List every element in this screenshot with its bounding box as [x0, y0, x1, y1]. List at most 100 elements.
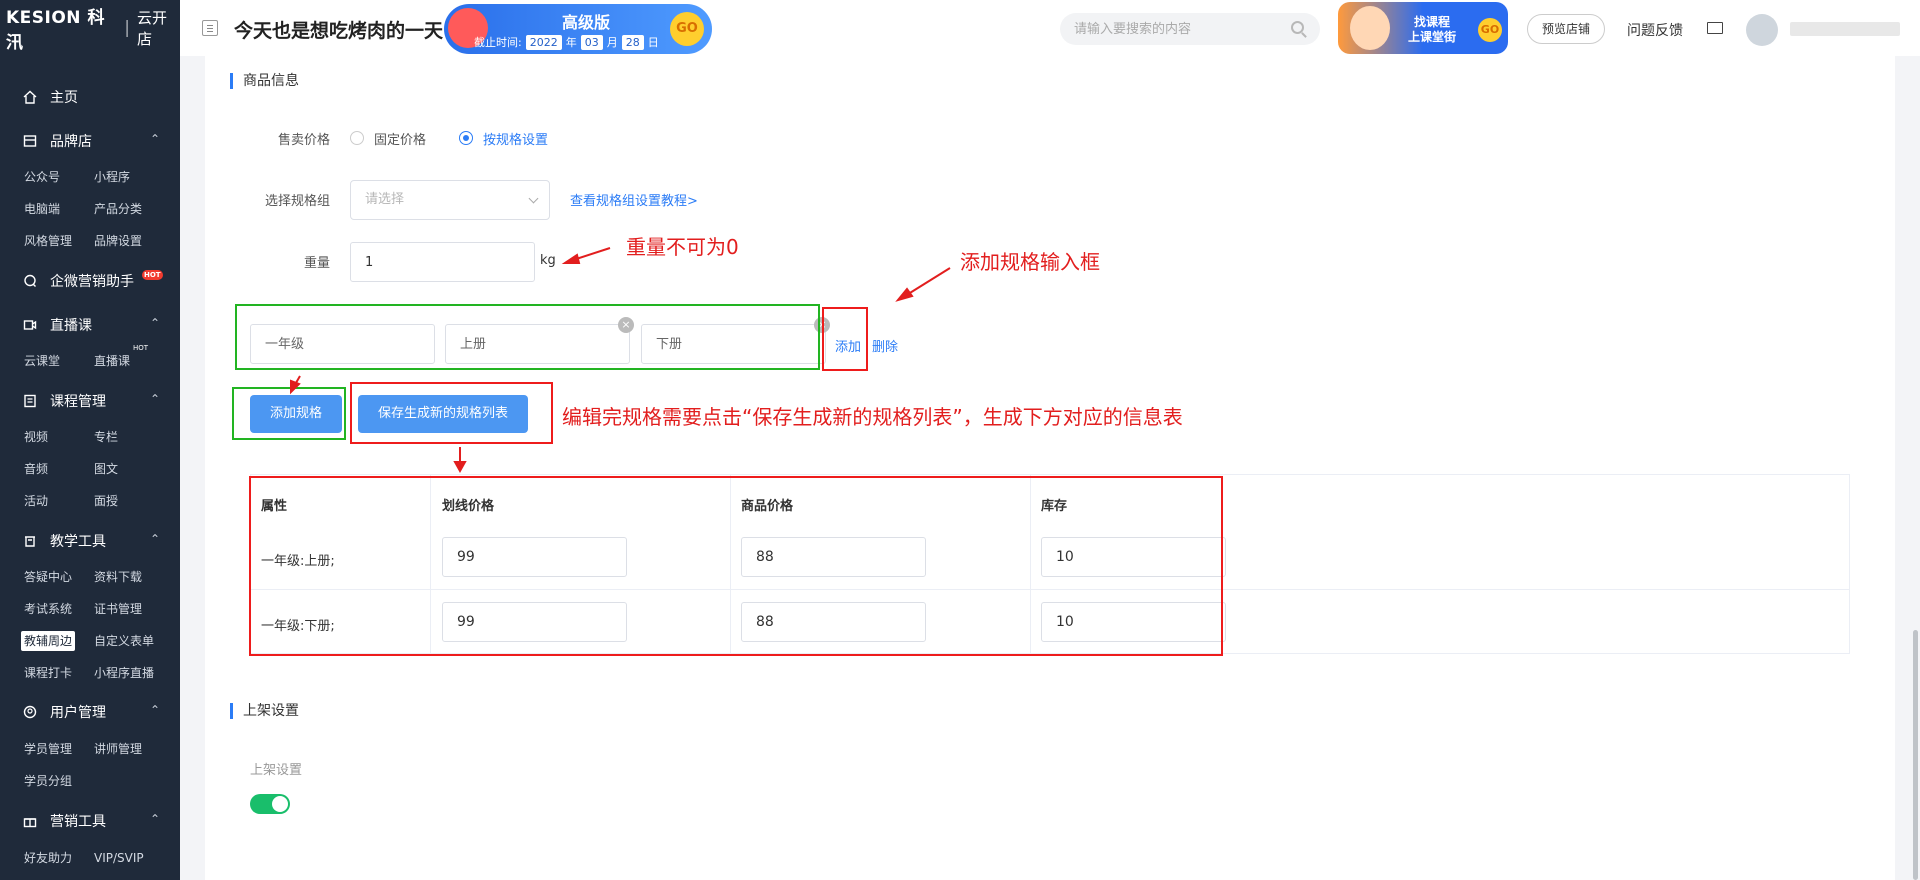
- live-icon: [22, 317, 38, 333]
- price-input[interactable]: 88: [741, 537, 926, 577]
- nav-course-management[interactable]: 课程管理 ⌃: [0, 386, 180, 416]
- version-label: 高级版: [562, 13, 611, 32]
- sidebar-item-style[interactable]: 风格管理: [21, 231, 75, 251]
- sidebar-item-friend-assist[interactable]: 好友助力: [21, 848, 75, 868]
- sidebar-item-official-account[interactable]: 公众号: [21, 167, 63, 187]
- nav-teaching-tools-label: 教学工具: [50, 534, 106, 550]
- username-blurred[interactable]: [1790, 22, 1900, 36]
- sidebar-item-downloads[interactable]: 资料下载: [91, 567, 145, 587]
- main-content: 商品信息 售卖价格 固定价格 按规格设置 选择规格组 请选择 查看规格组设置教程…: [205, 56, 1895, 880]
- hot-badge: HOT: [142, 270, 163, 280]
- list-price-input[interactable]: 99: [442, 537, 627, 577]
- menu-toggle-icon[interactable]: [202, 20, 218, 36]
- sidebar-item-teaching-aids[interactable]: 教辅周边: [21, 631, 76, 651]
- nav-user-management-label: 用户管理: [50, 705, 106, 721]
- nav-brand-store[interactable]: 品牌店 ⌃: [0, 126, 180, 156]
- nav-user-management[interactable]: 用户管理 ⌃: [0, 697, 180, 727]
- radio-fixed-price-label[interactable]: 固定价格: [374, 129, 426, 148]
- spec-group-select[interactable]: 请选择: [350, 180, 550, 220]
- radio-spec-price-label[interactable]: 按规格设置: [483, 129, 548, 148]
- promo-line-1: 找课程: [1414, 15, 1451, 29]
- upgrade-go-button[interactable]: GO: [670, 12, 704, 46]
- search-input[interactable]: [1060, 13, 1320, 45]
- logo-product: 云开店: [137, 9, 168, 48]
- remove-icon[interactable]: ×: [814, 317, 830, 333]
- radio-spec-price[interactable]: [459, 131, 473, 145]
- expiry-date: 截止时间: 2022 年 03 月 28 日: [474, 34, 659, 50]
- nav-brand-store-label: 品牌店: [50, 134, 92, 150]
- user-icon: [22, 704, 38, 720]
- nav-live-course[interactable]: 直播课 ⌃: [0, 310, 180, 340]
- sidebar-item-cloud-class[interactable]: 云课堂: [21, 351, 63, 371]
- chat-icon: [22, 273, 38, 289]
- chevron-down-icon: [528, 193, 539, 204]
- sidebar-item-brand-settings[interactable]: 品牌设置: [91, 231, 145, 251]
- sidebar-item-qa-center[interactable]: 答疑中心: [21, 567, 75, 587]
- sidebar-item-activity[interactable]: 活动: [21, 491, 51, 511]
- avatar[interactable]: [1746, 14, 1778, 46]
- course-street-promo[interactable]: 找课程 上课堂街 GO: [1338, 2, 1508, 54]
- save-spec-list-button[interactable]: 保存生成新的规格列表: [358, 395, 529, 433]
- stock-input[interactable]: 10: [1041, 602, 1226, 642]
- spec-tutorial-link[interactable]: 查看规格组设置教程>: [570, 190, 698, 209]
- sidebar-item-certificates[interactable]: 证书管理: [91, 599, 145, 619]
- nav-live-course-label: 直播课: [50, 318, 92, 334]
- radio-fixed-price[interactable]: [350, 131, 364, 145]
- list-price-input[interactable]: 99: [442, 602, 627, 642]
- sidebar-item-custom-form[interactable]: 自定义表单: [91, 631, 157, 651]
- add-spec-button[interactable]: 添加规格: [250, 395, 343, 433]
- table-divider: [1030, 474, 1031, 654]
- search-icon[interactable]: [1291, 21, 1304, 34]
- nav-wecom-assistant[interactable]: 企微营销助手 HOT: [0, 266, 180, 296]
- course-icon: [22, 393, 38, 409]
- sidebar-item-video[interactable]: 视频: [21, 427, 51, 447]
- nav-marketing-tools[interactable]: 营销工具 ⌃: [0, 806, 180, 836]
- promo-go-button[interactable]: GO: [1478, 18, 1502, 42]
- spec-delete-link[interactable]: 删除: [872, 336, 898, 355]
- store-icon: [22, 133, 38, 149]
- logo-brand: KESION 科汛: [6, 8, 105, 53]
- sidebar-item-mini-live[interactable]: 小程序直播: [91, 663, 157, 683]
- logo[interactable]: KESION 科汛 | 云开店: [0, 0, 180, 56]
- mail-icon[interactable]: [1707, 22, 1723, 34]
- sidebar-item-offline[interactable]: 面授: [91, 491, 121, 511]
- sidebar-item-vip[interactable]: VIP/SVIP: [91, 848, 147, 868]
- version-banner[interactable]: 高级版 截止时间: 2022 年 03 月 28 日 GO: [444, 4, 712, 54]
- sidebar-item-product-category[interactable]: 产品分类: [91, 199, 145, 219]
- sidebar-item-exam-system[interactable]: 考试系统: [21, 599, 75, 619]
- year-unit: 年: [565, 36, 577, 49]
- spec-input-volume-1[interactable]: [445, 324, 630, 364]
- weight-input[interactable]: [350, 242, 535, 282]
- stock-input[interactable]: 10: [1041, 537, 1226, 577]
- gift-icon: [22, 813, 38, 829]
- sidebar-item-pc[interactable]: 电脑端: [21, 199, 63, 219]
- promo-text: 找课程 上课堂街: [1408, 15, 1456, 45]
- sidebar-item-article[interactable]: 图文: [91, 459, 121, 479]
- sidebar-item-audio[interactable]: 音频: [21, 459, 51, 479]
- sidebar-item-column[interactable]: 专栏: [91, 427, 121, 447]
- topbar: 今天也是想吃烤肉的一天 高级版 截止时间: 2022 年 03 月 28 日 G…: [180, 0, 1920, 56]
- nav-home[interactable]: 主页: [0, 82, 180, 112]
- table-header-price: 商品价格: [741, 499, 794, 514]
- spec-input-grade[interactable]: [250, 324, 435, 364]
- chevron-up-icon: ⌃: [149, 532, 160, 546]
- nav-wecom-assistant-label: 企微营销助手: [50, 274, 134, 290]
- sidebar-item-mini-program[interactable]: 小程序: [91, 167, 133, 187]
- spec-input-volume-2[interactable]: [641, 324, 826, 364]
- scrollbar-thumb[interactable]: [1913, 630, 1918, 880]
- feedback-link[interactable]: 问题反馈: [1627, 20, 1683, 40]
- remove-icon[interactable]: ×: [618, 317, 634, 333]
- sidebar-item-live-class[interactable]: 直播课: [91, 351, 133, 371]
- nav-teaching-tools[interactable]: 教学工具 ⌃: [0, 526, 180, 556]
- promo-line-2: 上课堂街: [1408, 30, 1457, 44]
- table-divider: [250, 589, 1850, 590]
- hot-badge: HOT: [133, 344, 149, 352]
- listing-toggle[interactable]: [250, 794, 290, 814]
- sidebar-item-students[interactable]: 学员管理: [21, 739, 75, 759]
- sidebar-item-teachers[interactable]: 讲师管理: [91, 739, 145, 759]
- sidebar-item-student-groups[interactable]: 学员分组: [21, 771, 75, 791]
- spec-add-link[interactable]: 添加: [835, 336, 861, 355]
- sidebar-item-course-checkin[interactable]: 课程打卡: [21, 663, 75, 683]
- price-input[interactable]: 88: [741, 602, 926, 642]
- preview-store-button[interactable]: 预览店铺: [1527, 14, 1606, 44]
